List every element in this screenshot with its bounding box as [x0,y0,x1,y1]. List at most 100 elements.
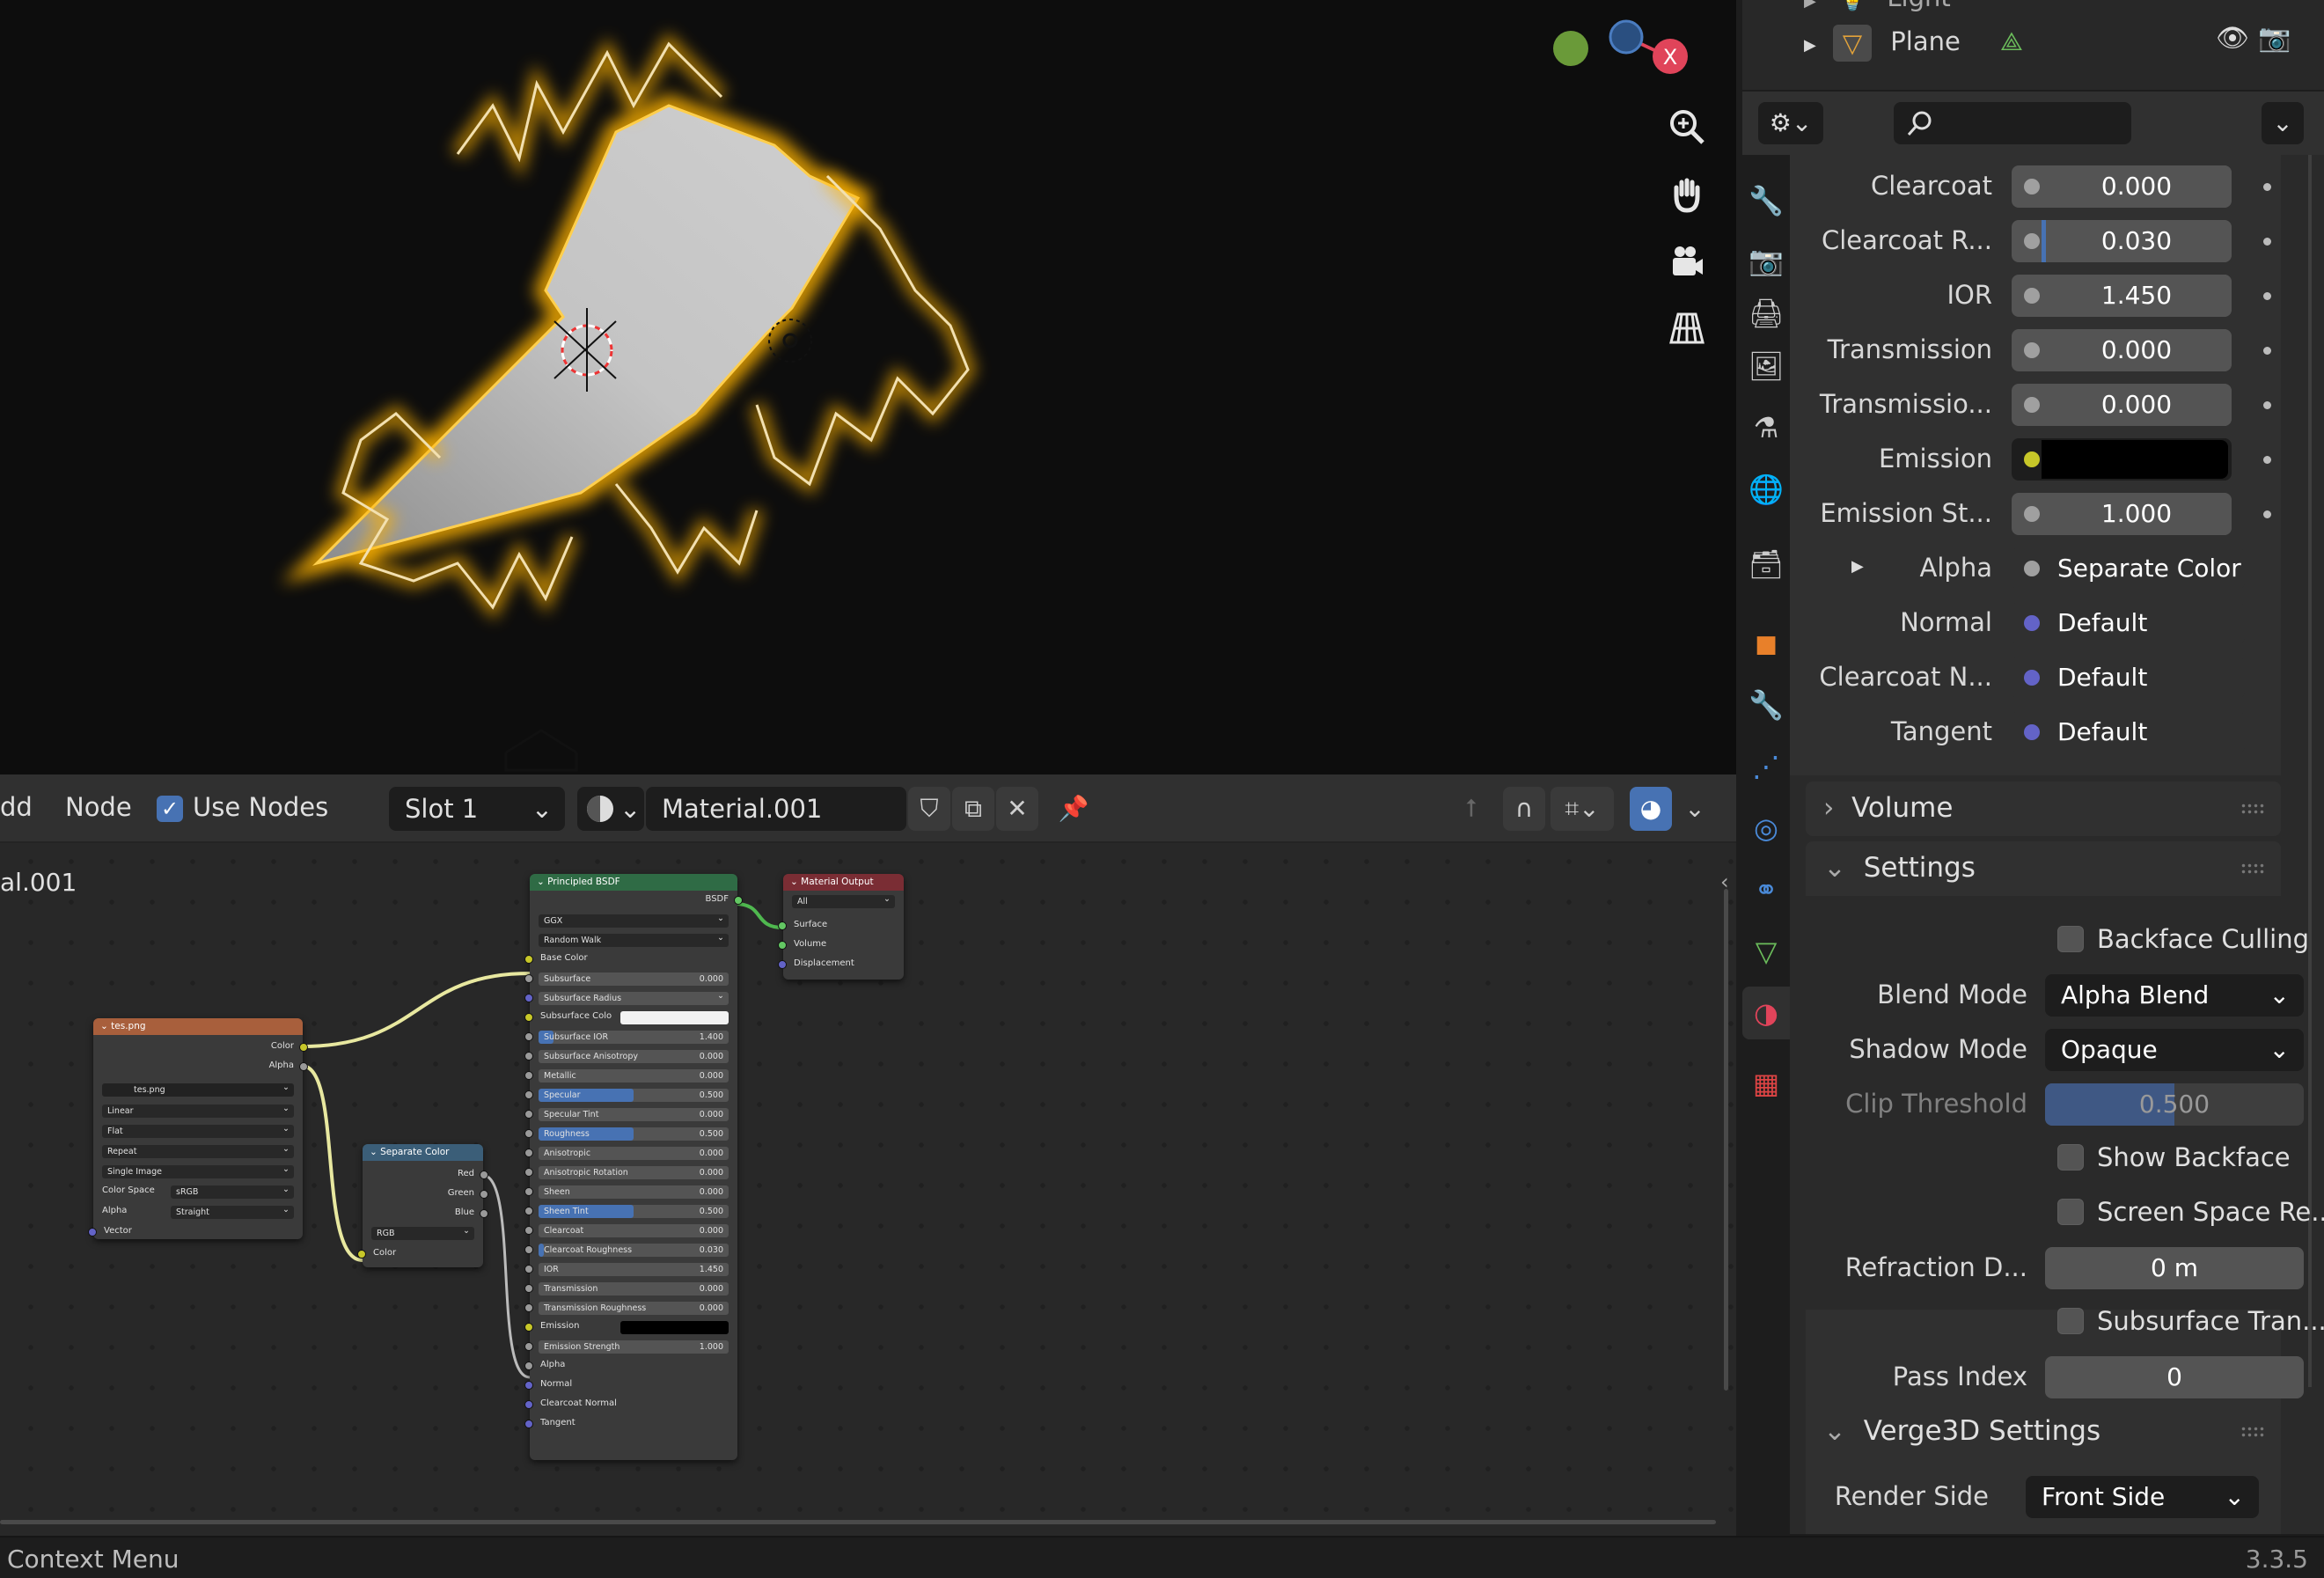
zoom-icon[interactable] [1660,99,1714,154]
keyframe-dot[interactable] [2263,347,2271,355]
material-tab-icon[interactable]: ◑ [1742,987,1790,1039]
alpha-link-field[interactable]: Separate Color [2012,547,2245,590]
transmission-roughness-field[interactable]: Transmission Roughness 0.000 [539,1302,729,1315]
modifier-tab-icon[interactable]: 🔧 [1742,679,1790,731]
separate-node-header[interactable]: ⌄ Separate Color [363,1144,483,1161]
keyframe-dot[interactable] [2263,510,2271,518]
clearcoat-field[interactable]: Clearcoat 0.000 [539,1224,729,1237]
properties-search-input[interactable] [1894,102,2131,144]
image-texture-node[interactable]: ⌄ tes.png Color Alpha tes.png Linear Fla… [88,1018,308,1239]
render-camera-icon[interactable]: 📷 [2258,23,2291,54]
plane-object[interactable] [281,32,977,620]
normal-link-field[interactable]: Default [2012,602,2245,644]
clearcoat-field[interactable]: 0.000 [2012,165,2232,208]
roughness-field[interactable]: Roughness 0.500 [539,1127,729,1141]
volume-panel-header[interactable]: › Volume [1823,792,1953,824]
camera-icon[interactable] [1660,234,1714,289]
clearcoat-roughness-socket[interactable] [524,1245,533,1254]
transmission-roughness-field[interactable]: 0.000 [2012,384,2232,426]
outliner-row-plane[interactable]: ▶ ▽ Plane ⟁ [1804,25,2023,62]
output-alpha-socket[interactable] [299,1062,308,1071]
sheen-socket[interactable] [524,1187,533,1196]
color-mode-select[interactable]: RGB [371,1224,474,1240]
hand-pan-icon[interactable] [1660,167,1714,222]
distribution-select[interactable]: GGX [539,912,729,928]
input-vector-socket[interactable] [88,1228,97,1237]
alpha-mode-select[interactable]: Straight [171,1203,294,1219]
volume-socket[interactable] [778,941,787,950]
output-color-socket[interactable] [299,1043,308,1052]
emission-color-swatch[interactable] [620,1321,729,1334]
subsurface-color-socket[interactable] [524,1013,533,1022]
volume-panel[interactable]: › Volume [1806,782,2281,836]
texture-tab-icon[interactable]: ▦ [1742,1057,1790,1110]
visibility-eye-icon[interactable]: 👁 [2216,23,2249,54]
output-node-header[interactable]: ⌄ Material Output [783,874,904,891]
interpolation-select[interactable]: Linear [102,1102,294,1118]
anisotropic-rotation-field[interactable]: Anisotropic Rotation 0.000 [539,1166,729,1179]
verge3d-panel-header[interactable]: ⌄ Verge3D Settings [1823,1415,2100,1447]
socket-dot[interactable] [2024,288,2040,304]
material-output-node[interactable]: ⌄ Material Output All Surface Volume Dis… [778,874,904,980]
image-node-header[interactable]: ⌄ tes.png [93,1018,303,1035]
clip-threshold-slider[interactable]: 0.500 [2045,1083,2304,1126]
metallic-field[interactable]: Metallic 0.000 [539,1069,729,1083]
ior-field[interactable]: 1.450 [2012,275,2232,317]
emission-strength-field[interactable]: Emission Strength 1.000 [539,1340,729,1354]
physics-tab-icon[interactable]: ◎ [1742,802,1790,855]
screen-space-refraction-checkbox[interactable] [2057,1199,2084,1225]
grid-perspective-icon[interactable] [1660,301,1714,356]
shader-node-editor[interactable]: dd Node ✓ Use Nodes Slot 1 ⌄ ⌄ Material.0… [0,774,1736,1536]
editor-type-icon[interactable]: ⚙⌄ [1758,102,1823,144]
expand-arrow-icon[interactable]: ▶ [1804,36,1816,55]
keyframe-dot[interactable] [2263,401,2271,409]
normal-socket[interactable] [524,1381,533,1390]
outliner-row-light[interactable]: ▶ 💡 Light [1804,0,1951,13]
sheen-tint-socket[interactable] [524,1207,533,1215]
drag-grip-icon[interactable] [2240,1426,2265,1438]
tangent-socket[interactable] [524,1420,533,1428]
clearcoat-roughness-field[interactable]: 0.030 [2012,220,2232,262]
emission-color-field[interactable] [2012,438,2232,481]
anisotropic-socket[interactable] [524,1149,533,1157]
show-backface-checkbox[interactable] [2057,1144,2084,1171]
subsurface-anisotropy-socket[interactable] [524,1052,533,1061]
alpha-socket[interactable] [524,1361,533,1370]
socket-dot[interactable] [2024,179,2040,194]
keyframe-dot[interactable] [2263,238,2271,246]
tangent-link-field[interactable]: Default [2012,711,2245,753]
output-blue-socket[interactable] [480,1209,488,1218]
keyframe-dot[interactable] [2263,292,2271,300]
output-bsdf-socket[interactable] [734,896,743,905]
3d-viewport[interactable]: X [0,0,1736,774]
settings-panel-header[interactable]: ⌄ Settings [1823,852,1976,884]
scene-tab-icon[interactable]: ⚗ [1742,401,1790,454]
subsurface-socket[interactable] [524,974,533,983]
output-target-select[interactable]: All [792,892,895,908]
base-color-socket[interactable] [524,955,533,964]
transmission-socket[interactable] [524,1284,533,1293]
tool-tab-icon[interactable]: 🔧 [1742,174,1790,227]
principled-bsdf-node[interactable]: ⌄ Principled BSDF BSDF GGX Random Walk B… [524,874,743,1460]
drag-grip-icon[interactable] [2240,803,2265,815]
clearcoat-normal-link-field[interactable]: Default [2012,657,2245,699]
refraction-depth-field[interactable]: 0 m [2045,1247,2304,1289]
transmission-field[interactable]: Transmission 0.000 [539,1282,729,1295]
subsurface-translucency-checkbox[interactable] [2057,1308,2084,1334]
socket-dot[interactable] [2024,397,2040,413]
collection-tab-icon[interactable]: 🗃 [1742,538,1790,591]
projection-select[interactable]: Flat [102,1122,294,1138]
subsurface-field[interactable]: Subsurface 0.000 [539,972,729,986]
metallic-socket[interactable] [524,1071,533,1080]
subsurface-color-swatch[interactable] [620,1011,729,1024]
ior-field[interactable]: IOR 1.450 [539,1263,729,1276]
object-tab-icon[interactable]: ◼ [1742,617,1790,670]
anisotropic-field[interactable]: Anisotropic 0.000 [539,1147,729,1160]
shadow-mode-dropdown[interactable]: Opaque ⌄ [2045,1029,2304,1071]
image-datablock-field[interactable]: tes.png [102,1081,294,1097]
bsdf-node-header[interactable]: ⌄ Principled BSDF [530,874,737,891]
chevron-down-icon[interactable]: ⌄ [2262,102,2304,144]
specular-socket[interactable] [524,1090,533,1099]
clearcoat-roughness-field[interactable]: Clearcoat Roughness 0.030 [539,1244,729,1257]
data-tab-icon[interactable]: ▽ [1742,925,1790,978]
